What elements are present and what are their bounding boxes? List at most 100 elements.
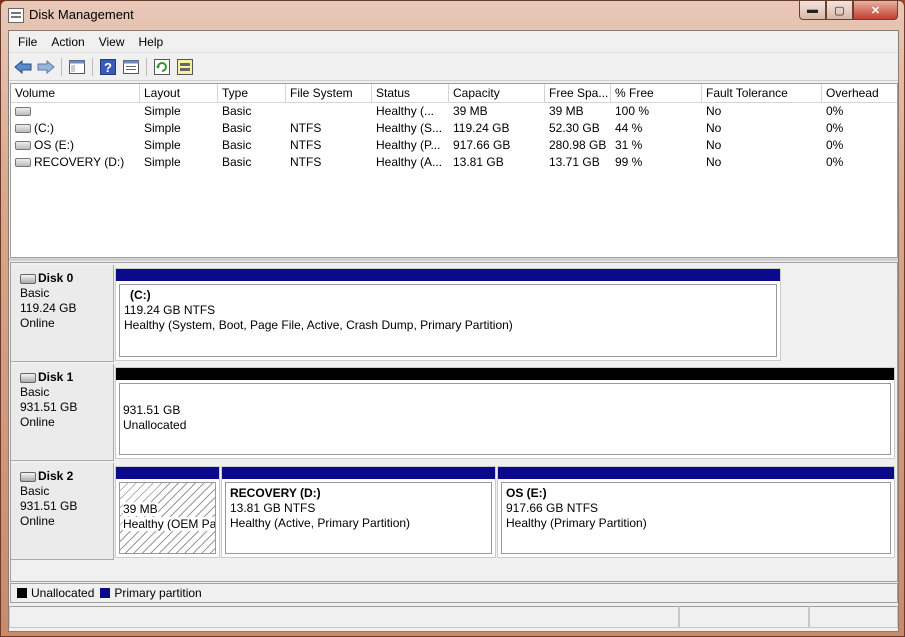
volume-row[interactable]: Simple Basic Healthy (... 39 MB 39 MB 10… — [11, 103, 897, 120]
status-bar — [9, 605, 898, 629]
menu-bar: File Action View Help — [9, 31, 898, 53]
disk-0-row: Disk 0 Basic 119.24 GB Online (C:) 119.2… — [11, 265, 897, 362]
column-free-space[interactable]: Free Spa... — [545, 84, 611, 102]
disk-icon — [20, 372, 36, 383]
volume-fs — [286, 103, 372, 120]
primary-partition-bar — [222, 467, 495, 479]
window-title: Disk Management — [29, 7, 134, 22]
status-cell — [9, 606, 679, 628]
volume-row[interactable]: OS (E:) Simple Basic NTFS Healthy (P... … — [11, 137, 897, 154]
properties-icon[interactable] — [121, 57, 141, 77]
disk-2-size: 931.51 GB — [20, 499, 78, 513]
volume-type: Basic — [222, 155, 252, 169]
close-button[interactable]: ✕ — [853, 1, 898, 20]
disk-2-type: Basic — [20, 484, 50, 498]
primary-partition-bar — [116, 269, 780, 281]
column-fault-tolerance[interactable]: Fault Tolerance — [702, 84, 822, 102]
volume-pct-free: 31 % — [615, 138, 643, 152]
volume-free: 39 MB — [549, 104, 584, 118]
column-layout[interactable]: Layout — [140, 84, 218, 102]
partition-c[interactable]: (C:) 119.24 GB NTFS Healthy (System, Boo… — [115, 268, 781, 361]
disk-0-name: Disk 0 — [38, 271, 74, 285]
unallocated-space[interactable]: 931.51 GB Unallocated — [115, 367, 895, 459]
volume-layout: Simple — [144, 138, 181, 152]
disk-0-size: 119.24 GB — [20, 301, 77, 315]
unallocated-swatch — [17, 588, 27, 598]
title-bar[interactable]: Disk Management ▬ ▢ ✕ — [1, 1, 904, 29]
column-type[interactable]: Type — [218, 84, 286, 102]
column-percent-free[interactable]: % Free — [611, 84, 702, 102]
volume-type: Basic — [222, 138, 252, 152]
disk-2-name: Disk 2 — [38, 469, 74, 483]
volume-overhead: 0% — [826, 121, 844, 135]
menu-action[interactable]: Action — [44, 32, 91, 52]
partition-size: 119.24 GB NTFS — [124, 303, 216, 317]
volume-status: Healthy (... — [376, 104, 435, 118]
partition-os[interactable]: OS (E:) 917.66 GB NTFS Healthy (Primary … — [497, 466, 895, 558]
menu-help[interactable]: Help — [132, 32, 171, 52]
volume-pct-free: 100 % — [615, 104, 650, 118]
volume-capacity: 917.66 GB — [453, 138, 511, 152]
volume-status: Healthy (P... — [376, 138, 441, 152]
volume-capacity: 119.24 GB — [453, 121, 510, 135]
partition-size: 917.66 GB NTFS — [506, 501, 599, 515]
volume-fault-tolerance: No — [706, 138, 722, 152]
volume-name: (C:) — [34, 121, 54, 135]
forward-icon[interactable] — [36, 57, 56, 77]
legend: Unallocated Primary partition — [10, 583, 898, 603]
volume-pct-free: 44 % — [615, 121, 643, 135]
volume-fault-tolerance: No — [706, 104, 722, 118]
column-volume[interactable]: Volume — [11, 84, 140, 102]
minimize-button[interactable]: ▬ — [799, 1, 826, 20]
volume-fs: NTFS — [290, 138, 322, 152]
legend-unallocated: Unallocated — [31, 586, 95, 600]
menu-file[interactable]: File — [9, 32, 44, 52]
partition-status: Healthy (OEM Pa — [123, 517, 216, 531]
disk-management-window: Disk Management ▬ ▢ ✕ File Action View H… — [0, 0, 905, 637]
volume-status: Healthy (A... — [376, 155, 443, 169]
column-overhead[interactable]: Overhead — [822, 84, 897, 102]
partition-status: Healthy (Primary Partition) — [506, 516, 647, 530]
volume-row[interactable]: (C:) Simple Basic NTFS Healthy (S... 119… — [11, 120, 897, 137]
volume-free: 13.71 GB — [549, 155, 600, 169]
disk-1-label[interactable]: Disk 1 Basic 931.51 GB Online — [11, 364, 114, 461]
volume-type: Basic — [222, 104, 252, 118]
disk-2-label[interactable]: Disk 2 Basic 931.51 GB Online — [11, 463, 114, 560]
column-status[interactable]: Status — [372, 84, 449, 102]
help-icon[interactable]: ? — [98, 57, 118, 77]
disk-icon — [20, 273, 36, 284]
back-icon[interactable] — [13, 57, 33, 77]
volume-capacity: 39 MB — [453, 104, 488, 118]
drive-icon — [15, 158, 31, 167]
volume-fault-tolerance: No — [706, 155, 722, 169]
menu-view[interactable]: View — [92, 32, 132, 52]
toolbar-separator — [146, 57, 147, 76]
volume-fault-tolerance: No — [706, 121, 722, 135]
oem-partition[interactable]: 39 MB Healthy (OEM Pa — [115, 466, 220, 558]
partition-title: RECOVERY (D:) — [230, 486, 321, 500]
drive-icon — [15, 141, 31, 150]
maximize-button[interactable]: ▢ — [826, 1, 853, 20]
volume-type: Basic — [222, 121, 252, 135]
unallocated-label: Unallocated — [123, 418, 187, 432]
partition-recovery[interactable]: RECOVERY (D:) 13.81 GB NTFS Healthy (Act… — [221, 466, 496, 558]
column-capacity[interactable]: Capacity — [449, 84, 545, 102]
rescan-disks-icon[interactable] — [175, 57, 195, 77]
volume-row[interactable]: RECOVERY (D:) Simple Basic NTFS Healthy … — [11, 154, 897, 171]
pane-splitter[interactable] — [9, 258, 898, 261]
volume-list[interactable]: Volume Layout Type File System Status Ca… — [10, 83, 898, 258]
disk-1-row: Disk 1 Basic 931.51 GB Online 931.51 GB … — [11, 364, 897, 461]
volume-fs: NTFS — [290, 155, 322, 169]
refresh-icon[interactable] — [152, 57, 172, 77]
drive-icon — [15, 107, 31, 116]
volume-name: OS (E:) — [34, 138, 75, 152]
disk-0-label[interactable]: Disk 0 Basic 119.24 GB Online — [11, 265, 114, 362]
svg-text:?: ? — [104, 60, 112, 75]
disk-0-type: Basic — [20, 286, 50, 300]
console-tree-icon[interactable] — [67, 57, 87, 77]
client-area: File Action View Help ? Volume Layout Ty… — [8, 30, 899, 632]
volume-pct-free: 99 % — [615, 155, 643, 169]
partition-size: 39 MB — [123, 502, 158, 516]
disk-0-state: Online — [20, 316, 55, 330]
column-file-system[interactable]: File System — [286, 84, 372, 102]
